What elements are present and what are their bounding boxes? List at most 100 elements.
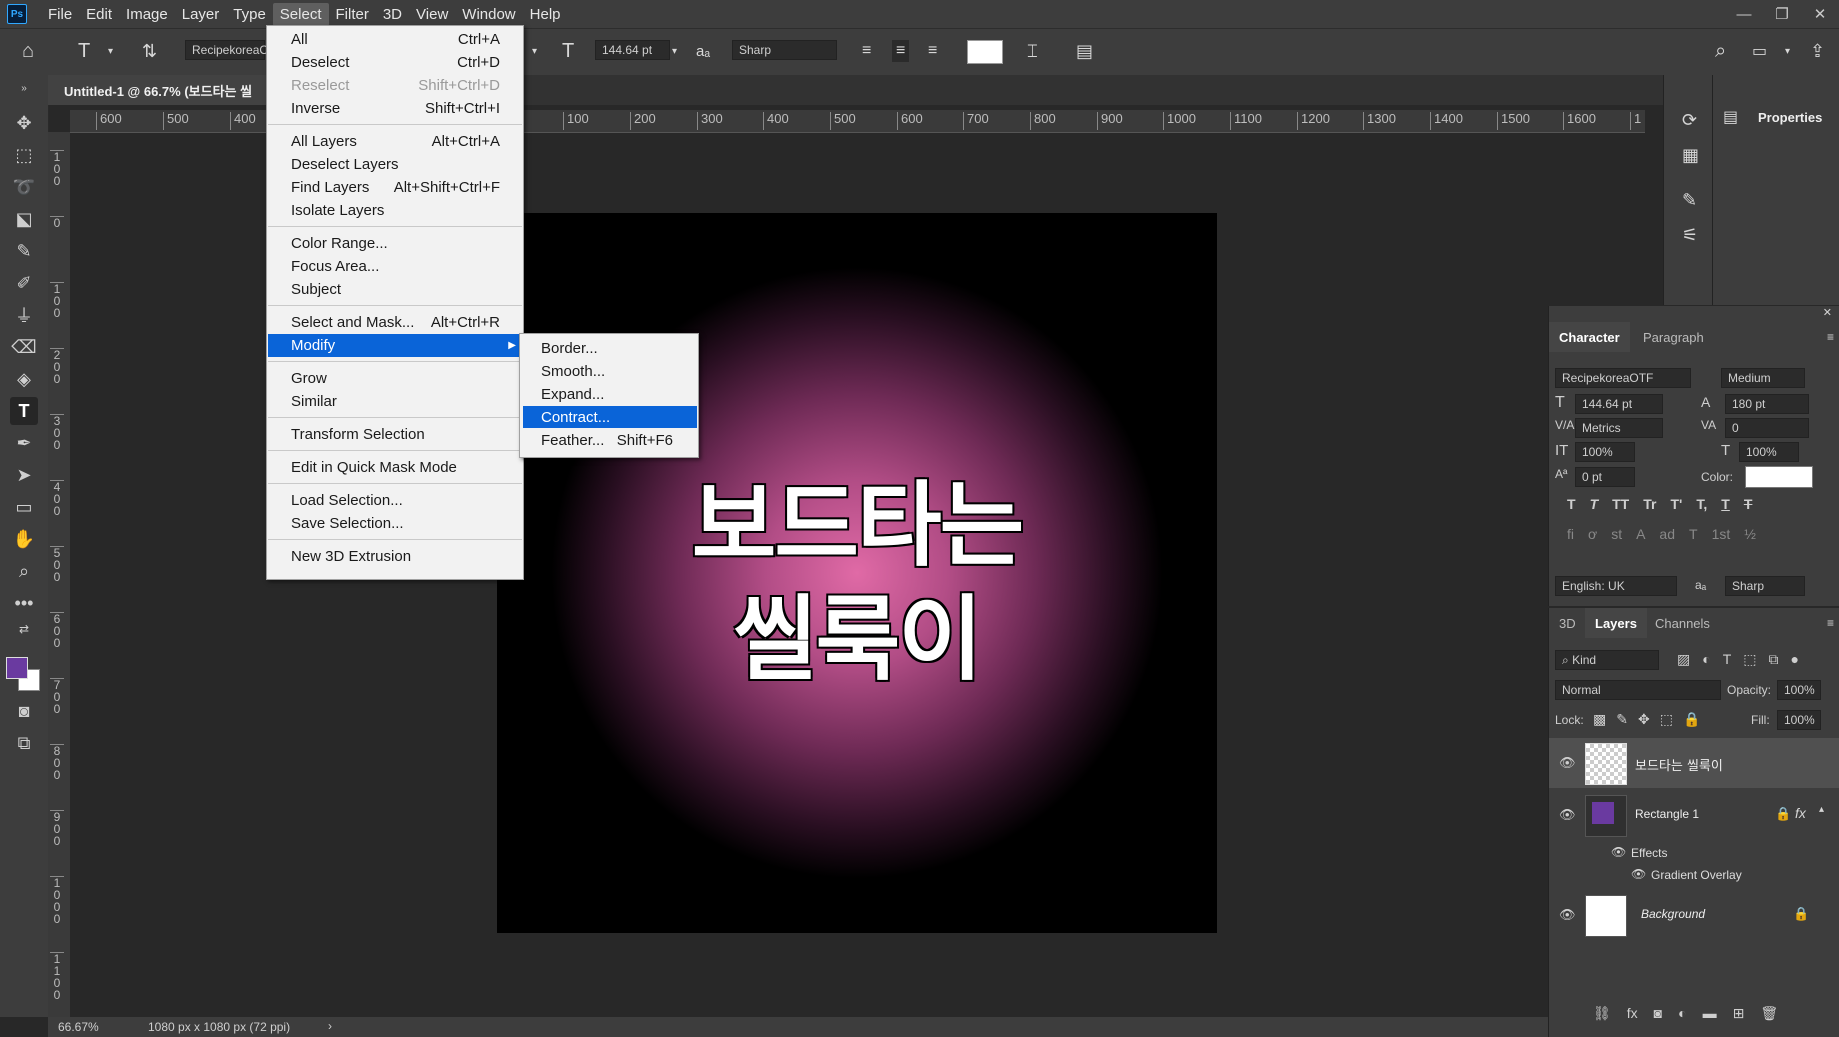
layer-row[interactable]: 👁 Rectangle 1 🔒 fx ▴ xyxy=(1549,790,1839,840)
visibility-eye-icon[interactable]: 👁 xyxy=(1559,907,1576,923)
pen-tool-icon[interactable]: ✒ xyxy=(10,429,38,457)
submenu-item-border[interactable]: Border... xyxy=(521,337,695,359)
menu-help[interactable]: Help xyxy=(523,3,568,26)
menu-item-deselect[interactable]: Deselect Ctrl+D xyxy=(268,51,522,74)
panel-menu-icon[interactable]: ≡ xyxy=(1827,330,1834,344)
fill-field[interactable]: 100% xyxy=(1777,710,1821,730)
properties-icon[interactable]: ▤ xyxy=(1723,107,1738,127)
layer-row[interactable]: 👁 보드타는 씰룩이 xyxy=(1549,738,1839,788)
ligatures-button[interactable]: fi xyxy=(1567,526,1574,542)
ordinals-button[interactable]: 1st xyxy=(1712,526,1731,542)
underline-button[interactable]: T xyxy=(1721,496,1730,512)
font-style-dropdown[interactable]: Medium xyxy=(1721,368,1805,388)
panel-menu-icon[interactable]: ≡ xyxy=(1827,616,1834,630)
pixel-filter-icon[interactable]: ▨ xyxy=(1677,651,1690,668)
all-caps-button[interactable]: TT xyxy=(1612,496,1629,512)
stamp-tool-icon[interactable]: ⏚ xyxy=(10,301,38,329)
brush-settings-icon[interactable]: ✎ xyxy=(1682,190,1697,211)
add-style-icon[interactable]: fx xyxy=(1627,1005,1638,1022)
close-window-button[interactable]: ✕ xyxy=(1801,5,1839,23)
new-group-icon[interactable]: ▬ xyxy=(1703,1005,1717,1022)
shape-filter-icon[interactable]: ⬚ xyxy=(1743,651,1756,668)
layer-name[interactable]: 보드타는 씰룩이 xyxy=(1635,755,1723,774)
path-selection-tool-icon[interactable]: ➤ xyxy=(10,461,38,489)
chevron-down-icon[interactable]: ▾ xyxy=(532,40,537,62)
quick-mask-icon[interactable]: ◙ xyxy=(10,697,38,725)
zoom-tool-icon[interactable]: ⌕ xyxy=(10,557,38,585)
titling-button[interactable]: T xyxy=(1689,526,1698,542)
horizontal-scale-field[interactable]: 100% xyxy=(1739,442,1799,462)
document-tab[interactable]: Untitled-1 @ 66.7% (보드타는 씰 xyxy=(48,75,283,105)
chevron-down-icon[interactable]: ▾ xyxy=(1785,40,1790,62)
menu-3d[interactable]: 3D xyxy=(376,3,409,26)
lock-transparency-icon[interactable]: ▩ xyxy=(1593,711,1606,728)
fx-icon[interactable]: fx xyxy=(1795,805,1806,821)
menu-image[interactable]: Image xyxy=(119,3,175,26)
tab-layers[interactable]: Layers xyxy=(1585,608,1647,638)
font-family-dropdown[interactable]: RecipekoreaOTF xyxy=(1555,368,1691,388)
menu-item-grow[interactable]: Grow xyxy=(268,367,522,390)
menu-item-similar[interactable]: Similar xyxy=(268,390,522,413)
superscript-button[interactable]: T' xyxy=(1670,496,1682,512)
menu-item-color-range[interactable]: Color Range... xyxy=(268,232,522,255)
screen-mode-icon[interactable]: ⧉ xyxy=(10,729,38,757)
menu-item-all-layers[interactable]: All Layers Alt+Ctrl+A xyxy=(268,130,522,153)
faux-italic-button[interactable]: T xyxy=(1590,496,1599,512)
menu-item-transform-selection[interactable]: Transform Selection xyxy=(268,423,522,446)
expand-toolbar-icon[interactable]: » xyxy=(10,81,38,95)
object-selection-tool-icon[interactable]: ⬕ xyxy=(10,205,38,233)
stylistic-alternates-button[interactable]: ad xyxy=(1659,526,1675,542)
menu-item-isolate-layers[interactable]: Isolate Layers xyxy=(268,199,522,222)
faux-bold-button[interactable]: T xyxy=(1567,496,1576,512)
visibility-eye-icon[interactable]: 👁 xyxy=(1611,845,1626,859)
menu-view[interactable]: View xyxy=(409,3,455,26)
font-family-field[interactable]: RecipekoreaO xyxy=(185,40,269,60)
type-tool-icon[interactable]: T xyxy=(10,397,38,425)
effect-label[interactable]: Gradient Overlay xyxy=(1651,868,1742,882)
grid-icon[interactable]: ▦ xyxy=(1682,145,1699,166)
align-center-icon[interactable]: ≡ xyxy=(892,40,910,62)
new-layer-icon[interactable]: ⊞ xyxy=(1733,1005,1745,1022)
submenu-item-expand[interactable]: Expand... xyxy=(521,383,695,405)
discretionary-ligatures-button[interactable]: st xyxy=(1611,526,1622,542)
menu-file[interactable]: File xyxy=(41,3,79,26)
fractions-button[interactable]: ½ xyxy=(1744,526,1756,542)
document-canvas[interactable]: 보드타는 씰룩이 xyxy=(497,213,1217,933)
menu-item-new-3d-extrusion[interactable]: New 3D Extrusion xyxy=(268,545,522,568)
menu-item-select-and-mask[interactable]: Select and Mask... Alt+Ctrl+R xyxy=(268,311,522,334)
submenu-item-contract[interactable]: Contract... xyxy=(523,406,697,428)
tab-channels[interactable]: Channels xyxy=(1645,608,1720,638)
adjustment-filter-icon[interactable]: ◐ xyxy=(1702,651,1710,668)
menu-filter[interactable]: Filter xyxy=(329,3,376,26)
home-icon[interactable]: ⌂ xyxy=(22,40,34,62)
type-filter-icon[interactable]: T xyxy=(1723,651,1732,668)
menu-type[interactable]: Type xyxy=(226,3,273,26)
font-size-field[interactable]: 144.64 pt xyxy=(1575,394,1663,414)
baseline-shift-field[interactable]: 0 pt xyxy=(1575,467,1635,487)
tab-paragraph[interactable]: Paragraph xyxy=(1633,322,1714,352)
font-size-field[interactable]: 144.64 pt xyxy=(595,40,670,60)
menu-item-subject[interactable]: Subject xyxy=(268,278,522,301)
align-right-icon[interactable]: ≡ xyxy=(928,40,937,62)
warp-text-icon[interactable]: ⌶ xyxy=(1027,40,1038,62)
lock-pixels-icon[interactable]: ✎ xyxy=(1616,711,1628,728)
brush-tool-icon[interactable]: ✐ xyxy=(10,269,38,297)
language-dropdown[interactable]: English: UK xyxy=(1555,576,1677,596)
small-caps-button[interactable]: Tr xyxy=(1643,496,1656,512)
restore-button[interactable]: ❐ xyxy=(1763,5,1801,23)
visibility-eye-icon[interactable]: 👁 xyxy=(1631,867,1646,881)
menu-select[interactable]: Select xyxy=(272,2,329,26)
menu-item-reselect[interactable]: Reselect Shift+Ctrl+D xyxy=(268,74,522,97)
delete-layer-icon[interactable]: 🗑 xyxy=(1760,1005,1778,1022)
chevron-down-icon[interactable]: ▾ xyxy=(672,40,677,62)
menu-item-inverse[interactable]: Inverse Shift+Ctrl+I xyxy=(268,97,522,120)
marquee-tool-icon[interactable]: ⬚ xyxy=(10,141,38,169)
text-color-swatch[interactable] xyxy=(967,40,1003,64)
3d-rotate-icon[interactable]: ⟳ xyxy=(1682,110,1697,131)
chevron-down-icon[interactable]: ▾ xyxy=(108,40,113,62)
menu-item-all[interactable]: All Ctrl+A xyxy=(268,28,522,51)
old-style-button[interactable]: ơ xyxy=(1588,526,1597,542)
lasso-tool-icon[interactable]: ➰ xyxy=(10,173,38,201)
workspace-icon[interactable]: ▭ xyxy=(1752,40,1767,62)
menu-item-focus-area[interactable]: Focus Area... xyxy=(268,255,522,278)
